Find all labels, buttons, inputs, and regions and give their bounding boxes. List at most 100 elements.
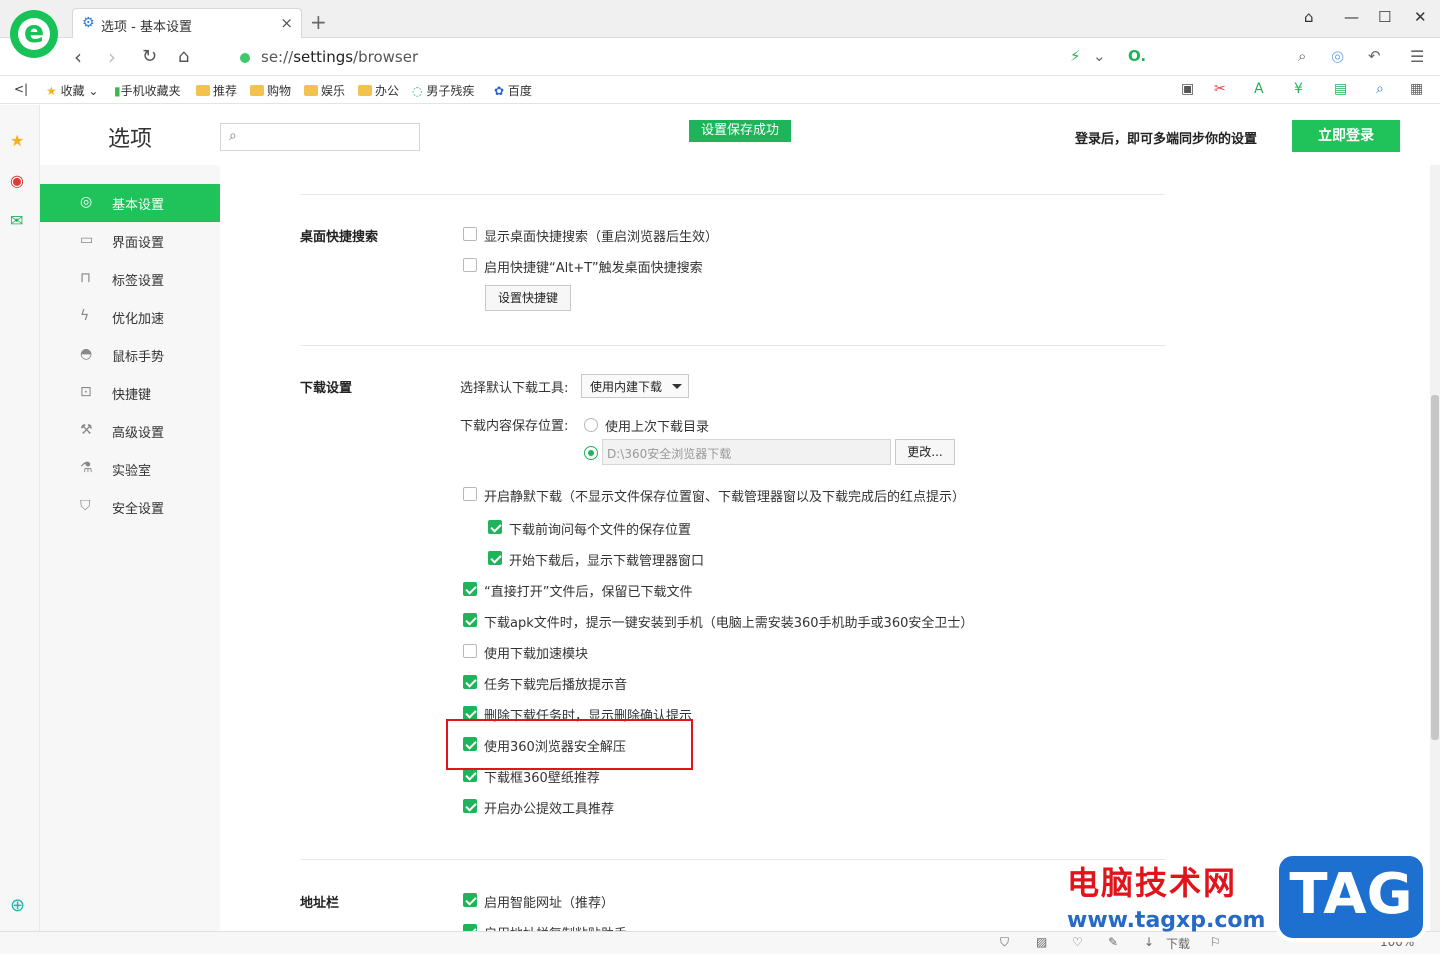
money-icon[interactable]: ¥ xyxy=(1294,81,1303,97)
undo-icon[interactable]: ↶ xyxy=(1368,47,1381,65)
checkbox[interactable] xyxy=(463,258,477,272)
weibo-icon[interactable]: ◉ xyxy=(10,171,24,190)
scissors-icon[interactable]: ✂ xyxy=(1214,81,1226,97)
game-icon[interactable]: ▤ xyxy=(1334,81,1347,97)
sidebar-item-interface[interactable]: ▭ 界面设置 xyxy=(40,222,220,260)
download-tool-label: 选择默认下载工具: xyxy=(460,381,569,396)
settings-sidebar: ◎ 基本设置 ▭ 界面设置 ⊓ 标签设置 ϟ 优化加速 ◓ 鼠标手势 ⊡ 快捷键 ⚒ 高级设置… xyxy=(40,165,220,931)
tab-icon: ⊓ xyxy=(80,270,91,286)
checkbox[interactable] xyxy=(463,487,477,501)
checkbox[interactable] xyxy=(463,675,477,689)
radio-last-directory[interactable] xyxy=(584,418,598,432)
new-tab-button[interactable]: + xyxy=(310,10,327,34)
360-icon: ◌ xyxy=(412,84,423,98)
checkbox[interactable] xyxy=(463,644,477,658)
tab-close-button[interactable]: × xyxy=(280,14,293,32)
section-title-desktop-search: 桌面快捷搜索 xyxy=(300,230,379,245)
maximize-button[interactable]: ☐ xyxy=(1378,8,1391,26)
tab-settings[interactable]: ⚙ 选项 - 基本设置 × xyxy=(72,8,302,38)
download-path-field[interactable]: D:\360安全浏览器下载 xyxy=(602,439,891,465)
sidebar-item-lab[interactable]: ⚗ 实验室 xyxy=(40,450,220,488)
bookmark-folder-recommend[interactable]: 推荐 xyxy=(196,82,237,99)
magnifier-icon[interactable]: ⌕ xyxy=(1376,81,1384,97)
login-tip: 登录后，即可多端同步你的设置 xyxy=(1075,132,1258,147)
login-button[interactable]: 立即登录 xyxy=(1292,120,1400,152)
page-title: 选项 xyxy=(108,127,153,152)
settings-header: 选项 ⌕ 设置保存成功 登录后，即可多端同步你的设置 立即登录 xyxy=(40,105,1440,165)
shield-icon: ⛉ xyxy=(80,498,91,514)
folder-icon xyxy=(250,85,264,96)
folder-icon xyxy=(196,85,210,96)
window-icon: ▭ xyxy=(80,232,94,248)
apps-icon[interactable]: ▦ xyxy=(1410,81,1423,97)
watermark-badge: TAG xyxy=(1275,852,1427,942)
minimize-button[interactable]: — xyxy=(1344,8,1359,26)
phone-icon: ▮ xyxy=(114,84,121,98)
section-title-download: 下载设置 xyxy=(300,381,353,396)
e-logo-icon: e xyxy=(23,15,45,50)
sidebar-item-shortcuts[interactable]: ⊡ 快捷键 xyxy=(40,374,220,412)
checkbox[interactable] xyxy=(463,706,477,720)
lightning-icon[interactable]: ⚡ xyxy=(1070,47,1081,65)
address-input[interactable]: se://settings/browser xyxy=(261,48,418,66)
search-engine-icon[interactable]: O. xyxy=(1128,47,1146,65)
folder-icon xyxy=(358,85,372,96)
bookmark-360[interactable]: ◌ 男子残疾 xyxy=(412,82,474,99)
settings-content: 桌面快捷搜索 显示桌面快捷搜索（重启浏览器后生效） 启用快捷键“Alt+T”触发… xyxy=(220,165,1430,931)
shield-icon[interactable]: ⛉ xyxy=(1000,935,1009,950)
translate-icon[interactable]: ◎ xyxy=(1331,47,1344,65)
image-icon[interactable]: ▨ xyxy=(1036,935,1047,949)
checkbox[interactable] xyxy=(488,551,502,565)
mouse-icon: ◓ xyxy=(80,346,93,362)
scrollbar[interactable] xyxy=(1430,165,1440,931)
search-icon: ⌕ xyxy=(229,128,237,144)
checkbox[interactable] xyxy=(463,893,477,907)
bookmark-folder-office[interactable]: 办公 xyxy=(358,82,399,99)
bookmark-mobile[interactable]: ▮手机收藏夹 xyxy=(114,82,181,99)
sidebar-item-mouse[interactable]: ◓ 鼠标手势 xyxy=(40,336,220,374)
radio-custom-directory[interactable] xyxy=(584,446,598,460)
checkbox[interactable] xyxy=(463,799,477,813)
set-shortcut-button[interactable]: 设置快捷键 xyxy=(485,285,571,311)
change-path-button[interactable]: 更改... xyxy=(895,439,955,465)
sidebar-item-tabs[interactable]: ⊓ 标签设置 xyxy=(40,260,220,298)
bookmark-folder-shopping[interactable]: 购物 xyxy=(250,82,291,99)
scrollbar-thumb[interactable] xyxy=(1431,395,1439,740)
sidebar-item-advanced[interactable]: ⚒ 高级设置 xyxy=(40,412,220,450)
checkbox[interactable] xyxy=(463,227,477,241)
favorites-icon[interactable]: ★ xyxy=(10,131,24,150)
add-app-icon[interactable]: ⊕ xyxy=(10,895,25,916)
forward-icon[interactable]: › xyxy=(108,45,116,69)
checkbox[interactable] xyxy=(463,768,477,782)
gear-icon: ⚙ xyxy=(82,15,95,31)
close-window-button[interactable]: ✕ xyxy=(1414,8,1427,26)
checkbox[interactable] xyxy=(488,520,502,534)
refresh-icon[interactable]: ↻ xyxy=(142,46,157,67)
sidebar-item-security[interactable]: ⛉ 安全设置 xyxy=(40,488,220,526)
bookmark-baidu[interactable]: ✿ 百度 xyxy=(494,82,532,99)
mail-icon[interactable]: ✉ xyxy=(10,211,23,230)
checkbox[interactable] xyxy=(463,613,477,627)
divider xyxy=(300,859,1165,860)
skin-icon[interactable]: ⌂ xyxy=(1304,8,1314,26)
divider xyxy=(300,194,1165,195)
back-icon[interactable]: ‹ xyxy=(74,45,82,69)
chevron-down-icon[interactable]: ⌄ xyxy=(1093,47,1106,65)
bookmark-favorites[interactable]: ★ 收藏 ⌄ xyxy=(46,82,98,99)
home-icon[interactable]: ⌂ xyxy=(178,46,189,67)
chevron-down-icon xyxy=(672,384,682,389)
sidebar-item-basic[interactable]: ◎ 基本设置 xyxy=(40,184,220,222)
reader-icon[interactable]: ▣ xyxy=(1181,81,1194,97)
download-tool-select[interactable]: 使用内建下载 xyxy=(581,374,689,398)
menu-icon[interactable]: ☰ xyxy=(1410,47,1424,66)
checkbox[interactable] xyxy=(463,924,477,931)
translate-tool-icon[interactable]: A xyxy=(1254,81,1264,97)
watermark-url: www.tagxp.com xyxy=(1067,908,1266,933)
bookmark-folder-entertainment[interactable]: 娱乐 xyxy=(304,82,345,99)
browser-logo[interactable]: e xyxy=(10,10,58,58)
checkbox[interactable] xyxy=(463,582,477,596)
settings-search-input[interactable]: ⌕ xyxy=(220,123,420,151)
sidebar-item-speed[interactable]: ϟ 优化加速 xyxy=(40,298,220,336)
sidebar-toggle-icon[interactable]: <| xyxy=(14,82,28,96)
search-icon[interactable]: ⌕ xyxy=(1298,47,1306,65)
